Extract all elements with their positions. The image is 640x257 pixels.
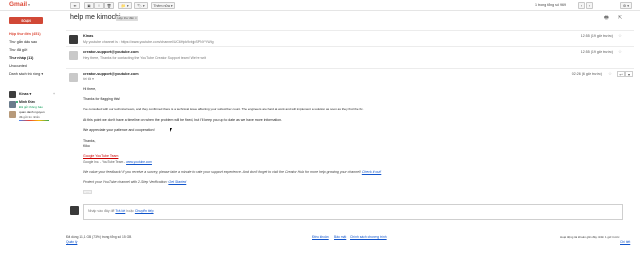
prev-page-button[interactable]: ‹ [578,2,585,9]
message-date: 12:55 (19 giờ trước) [580,50,613,54]
feedback-line: We value your feedback! If you receive a… [83,170,382,174]
settings-button[interactable]: ⚙ ▾ [620,2,632,9]
youtube-link[interactable]: www.youtube.com [126,160,152,164]
email-line: We appreciate your patience and cooperat… [83,128,155,132]
sender-name[interactable]: creator-support@youtube.com [83,72,139,76]
email-greeting: Hi there, [83,87,97,91]
terms-link[interactable]: Điều khoản [312,235,329,239]
email-signoff: Thanks, [83,139,96,143]
more-actions-button[interactable]: ▾ [625,71,633,77]
avatar [69,73,78,82]
storage-usage: Đã dùng 11,1 GB (73%) trong tổng số 15 G… [66,235,132,239]
to-line[interactable]: tới tôi ▾ [83,77,94,81]
print-icon[interactable]: 🖶 [604,15,609,23]
sidebar-item-uncounted[interactable]: Uncounted [9,64,27,68]
sidebar-item-drafts[interactable]: Thư nháp (11) [9,56,33,60]
reply-box[interactable]: Nhấp vào đây để Trả lời hoặc Chuyển tiếp [83,204,623,220]
report-spam-button[interactable]: ! [94,2,104,9]
sender-name[interactable]: creator-support@youtube.com [83,50,139,54]
add-contact-icon[interactable]: + [53,92,55,96]
program-policies-link[interactable]: Chính sách chương trình [350,235,387,239]
thread-subject: help me kimochi [70,14,121,21]
contact-status: Đã gửi thông báo [19,105,43,109]
compose-button[interactable]: SOẠN [9,17,43,24]
sidebar: SOẠN Hộp thư đến (451) Thư gắn dấu sao T… [0,11,62,241]
star-icon[interactable]: ☆ [618,49,622,55]
team-subline: Google Inc. - YouTube Team - www.youtube… [83,160,152,164]
avatar[interactable] [9,101,16,108]
avatar [70,206,79,215]
pager-text: 1 trong tổng số 969 [535,2,566,7]
last-activity: Hoạt động tài khoản gần đây nhất: 1 giờ … [560,235,620,239]
avatar [69,35,78,44]
protect-line: Protect your YouTube channel with 2-Step… [83,180,187,184]
loading-bar [19,120,49,121]
inbox-label-chip[interactable]: Hộp thư đến × [116,15,139,21]
archive-button[interactable]: ▣ [84,2,94,9]
sidebar-item-sent[interactable]: Thư đã gửi [9,48,27,52]
check-it-out-link[interactable]: Check it out! [362,170,381,174]
move-to-button[interactable]: 📁 ▾ [118,2,132,9]
manage-storage-link[interactable]: Quản lý [66,240,77,244]
mouse-cursor-icon [170,128,172,132]
sender-name[interactable]: Kinas [83,34,93,38]
sidebar-item-inbox[interactable]: Hộp thư đến (451) [9,32,41,36]
message-snippet: Hey there, Thanks for contacting the You… [83,56,206,60]
new-window-icon[interactable]: ⇱ [618,15,622,21]
online-status-icon [16,101,18,103]
avatar[interactable] [9,111,16,118]
contact-self[interactable]: Kinas ▾ [19,92,31,96]
labels-button[interactable]: 🏷 ▾ [134,2,148,9]
sidebar-item-starred[interactable]: Thư gắn dấu sao [9,40,37,44]
email-line: At this point we don't have a timeline o… [83,118,283,122]
get-started-link[interactable]: Get Started [168,180,186,184]
message-date: 02:26 (6 giờ trước) [571,72,602,76]
star-icon[interactable]: ☆ [618,33,622,39]
contact-name[interactable]: Minh Đức [19,100,35,104]
reply-button[interactable]: ↩ [617,71,625,77]
star-icon[interactable]: ☆ [608,71,612,77]
back-button[interactable]: ⬅ [70,2,80,9]
avatar [69,51,78,60]
contact-status: đã gửi tin nhắn [19,115,40,119]
team-link[interactable]: Google YouTube Team [83,154,118,158]
reply-link[interactable]: Trả lời [115,209,125,213]
show-trimmed-content-button[interactable]: ··· [83,190,92,194]
message-collapsed[interactable]: creator-support@youtube.com Hey there, T… [66,46,634,64]
message-snippet: My youtube channel is : https://www.yout… [83,40,214,44]
email-line: Thanks for flagging this! [83,97,121,101]
privacy-link[interactable]: Bảo mật [334,235,346,239]
sidebar-item-more[interactable]: Danh sách trò rồng ▾ [9,72,43,76]
message-collapsed[interactable]: Kinas My youtube channel is : https://ww… [66,30,634,46]
contact-name[interactable]: quan danh nguyen [19,110,45,114]
details-link[interactable]: Chi tiết [620,240,630,244]
next-page-button[interactable]: › [586,2,593,9]
forward-link[interactable]: Chuyển tiếp [135,209,154,213]
message-date: 12:55 (19 giờ trước) [580,34,613,38]
more-button[interactable]: Thêm nữa ▾ [151,2,175,9]
delete-button[interactable]: 🗑 [104,2,114,9]
email-signature-name: Kiko [83,144,90,148]
reply-prompt: Nhấp vào đây để Trả lời hoặc Chuyển tiếp [88,209,154,213]
gmail-logo[interactable]: Gmail▾ [9,1,30,8]
message-expanded: creator-support@youtube.com tới tôi ▾ 02… [66,68,634,198]
email-line: I've consulted with our technical team, … [83,107,364,111]
avatar[interactable] [9,91,16,98]
top-toolbar: Gmail▾ ⬅ ▣ ! 🗑 📁 ▾ 🏷 ▾ Thêm nữa ▾ 1 tron… [0,0,640,11]
